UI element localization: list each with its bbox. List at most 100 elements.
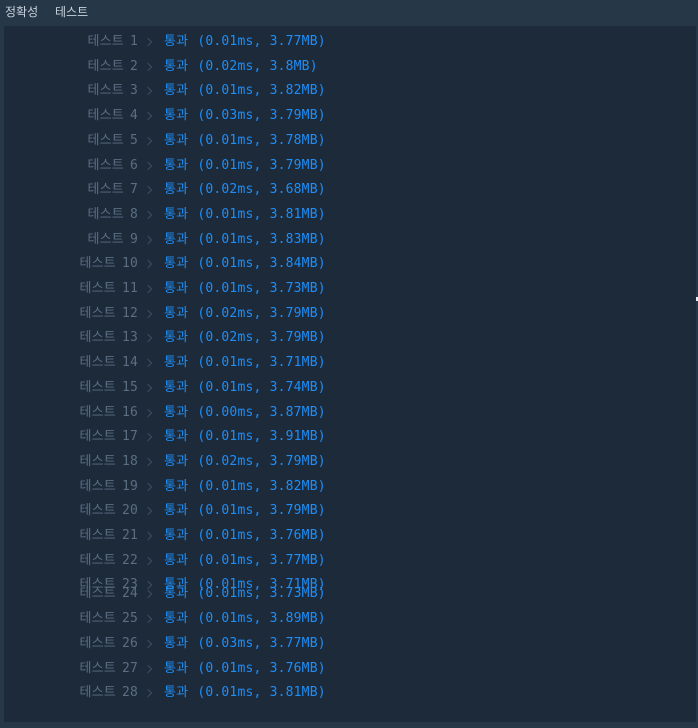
chevron-right-icon — [143, 309, 153, 318]
chevron-right-icon — [143, 284, 153, 294]
result-detail: (0.01ms, 3.76MB) — [197, 661, 326, 676]
chevron-right-icon — [143, 37, 153, 47]
test-case-number: 14 — [121, 355, 138, 371]
pass-status: 통과 — [164, 636, 189, 651]
test-case-label: 테스트 25 — [79, 611, 138, 627]
chevron-right-icon — [143, 62, 153, 71]
test-case-label: 테스트 5 — [87, 133, 138, 149]
test-result: 통과 (0.01ms, 3.78MB) — [164, 133, 326, 149]
chevron-right-icon — [143, 432, 153, 442]
test-result: 통과 (0.02ms, 3.79MB) — [164, 306, 326, 322]
result-detail: (0.02ms, 3.79MB) — [197, 453, 326, 469]
test-result: 통과 (0.00ms, 3.87MB) — [164, 405, 326, 421]
test-result-row[interactable]: 테스트 19 통과 (0.01ms, 3.82MB) — [4, 476, 696, 496]
test-case-number: 13 — [121, 330, 138, 346]
test-case-word: 테스트 — [79, 503, 116, 519]
test-case-number: 7 — [129, 182, 138, 198]
test-case-word: 테스트 — [79, 330, 116, 346]
test-result: 통과 (0.01ms, 3.81MB) — [164, 685, 326, 701]
result-detail: (0.01ms, 3.82MB) — [197, 478, 326, 494]
test-result-row[interactable]: 테스트 17 통과 (0.01ms, 3.91MB) — [4, 426, 696, 446]
test-case-number: 27 — [121, 661, 138, 676]
test-result-row[interactable]: 테스트 11 통과 (0.01ms, 3.73MB) — [4, 278, 696, 298]
test-case-label: 테스트 28 — [79, 685, 138, 701]
test-case-label: 테스트 26 — [79, 636, 138, 652]
test-result-row[interactable]: 테스트 10 통과 (0.01ms, 3.84MB) — [4, 253, 696, 273]
test-case-label: 테스트 14 — [79, 355, 138, 371]
test-result: 통과 (0.01ms, 3.73MB) — [164, 281, 326, 297]
chevron-right-icon — [143, 664, 153, 674]
test-case-label: 테스트 3 — [87, 83, 138, 99]
chevron-right-icon — [143, 614, 153, 624]
test-case-number: 20 — [121, 503, 138, 519]
chevron-right-icon — [143, 210, 153, 220]
pass-status: 통과 — [164, 108, 189, 124]
result-detail: (0.02ms, 3.68MB) — [197, 182, 326, 198]
chevron-right-icon — [143, 136, 153, 146]
test-case-label: 테스트 7 — [87, 182, 138, 198]
result-detail: (0.01ms, 3.77MB) — [197, 34, 326, 49]
test-result-row[interactable]: 테스트 24 통과 (0.01ms, 3.73MB) — [4, 583, 696, 603]
test-result-row[interactable]: 테스트 5 통과 (0.01ms, 3.78MB) — [4, 130, 696, 150]
test-case-label: 테스트 1 — [87, 34, 138, 50]
test-result-row[interactable]: 테스트 28 통과 (0.01ms, 3.81MB) — [4, 682, 696, 702]
test-result-row[interactable]: 테스트 18 통과 (0.02ms, 3.79MB) — [4, 451, 696, 471]
test-result-row[interactable]: 테스트 15 통과 (0.01ms, 3.74MB) — [4, 377, 696, 397]
test-results-panel: 테스트 1 통과 (0.01ms, 3.77MB) 테스트 2 통과 (0.02ms, 3.8… — [4, 26, 696, 722]
tab-test[interactable]: 테스트 — [55, 4, 88, 20]
test-result-row[interactable]: 테스트 27 통과 (0.01ms, 3.76MB) — [4, 658, 696, 678]
result-detail: (0.01ms, 3.91MB) — [197, 429, 326, 445]
test-result-row[interactable]: 테스트 12 통과 (0.02ms, 3.79MB) — [4, 303, 696, 323]
test-case-number: 22 — [121, 552, 138, 568]
test-result: 통과 (0.01ms, 3.76MB) — [164, 528, 326, 544]
test-result-row[interactable]: 테스트 14 통과 (0.01ms, 3.71MB) — [4, 352, 696, 372]
test-case-number: 15 — [121, 379, 138, 395]
test-case-number: 2 — [129, 58, 138, 74]
test-result-row[interactable]: 테스트 4 통과 (0.03ms, 3.79MB) — [4, 105, 696, 125]
test-case-word: 테스트 — [79, 281, 116, 296]
test-case-word: 테스트 — [87, 231, 124, 247]
chevron-right-icon — [143, 482, 153, 491]
pass-status: 통과 — [164, 58, 189, 74]
result-detail: (0.01ms, 3.79MB) — [197, 157, 326, 173]
test-result-row[interactable]: 테스트 9 통과 (0.01ms, 3.83MB) — [4, 229, 696, 249]
test-case-word: 테스트 — [79, 256, 116, 272]
test-result: 통과 (0.01ms, 3.71MB) — [164, 355, 326, 371]
test-result-row[interactable]: 테스트 7 통과 (0.02ms, 3.68MB) — [4, 179, 696, 199]
test-result-row[interactable]: 테스트 6 통과 (0.01ms, 3.79MB) — [4, 155, 696, 175]
test-case-word: 테스트 — [87, 34, 124, 49]
tab-accuracy[interactable]: 정확성 — [5, 4, 38, 20]
result-detail: (0.01ms, 3.73MB) — [197, 281, 326, 296]
test-case-word: 테스트 — [79, 355, 116, 371]
test-case-number: 21 — [121, 528, 138, 543]
test-case-number: 25 — [121, 611, 138, 626]
test-result-row[interactable]: 테스트 8 통과 (0.01ms, 3.81MB) — [4, 204, 696, 224]
test-case-label: 테스트 19 — [79, 479, 138, 495]
test-result-row[interactable]: 테스트 16 통과 (0.00ms, 3.87MB) — [4, 402, 696, 422]
test-case-word: 테스트 — [79, 636, 116, 651]
test-result: 통과 (0.01ms, 3.76MB) — [164, 661, 326, 677]
pass-status: 통과 — [164, 429, 189, 445]
test-result: 통과 (0.01ms, 3.79MB) — [164, 503, 326, 519]
result-tab-bar: 정확성 테스트 — [0, 0, 698, 26]
test-result-row[interactable]: 테스트 21 통과 (0.01ms, 3.76MB) — [4, 525, 696, 545]
test-case-label: 테스트 21 — [79, 528, 138, 544]
test-result-row[interactable]: 테스트 20 통과 (0.01ms, 3.79MB) — [4, 500, 696, 520]
pass-status: 통과 — [164, 685, 189, 700]
test-result-row[interactable]: 테스트 25 통과 (0.01ms, 3.89MB) — [4, 608, 696, 628]
test-result-row[interactable]: 테스트 3 통과 (0.01ms, 3.82MB) — [4, 80, 696, 100]
test-case-word: 테스트 — [79, 685, 116, 700]
test-result-row[interactable]: 테스트 26 통과 (0.03ms, 3.77MB) — [4, 633, 696, 653]
test-case-word: 테스트 — [87, 206, 124, 222]
test-case-word: 테스트 — [79, 611, 116, 626]
pass-status: 통과 — [164, 453, 189, 469]
test-result-row[interactable]: 테스트 1 통과 (0.01ms, 3.77MB) — [4, 31, 696, 51]
test-case-number: 11 — [121, 281, 138, 296]
test-case-number: 12 — [121, 305, 138, 321]
chevron-right-icon — [143, 507, 153, 516]
test-result-row[interactable]: 테스트 2 통과 (0.02ms, 3.8MB) — [4, 56, 696, 76]
test-result-row[interactable]: 테스트 13 통과 (0.02ms, 3.79MB) — [4, 327, 696, 347]
test-result-row[interactable]: 테스트 22 통과 (0.01ms, 3.77MB) — [4, 550, 696, 570]
test-result: 통과 (0.02ms, 3.68MB) — [164, 182, 326, 198]
test-case-label: 테스트 2 — [87, 59, 138, 75]
